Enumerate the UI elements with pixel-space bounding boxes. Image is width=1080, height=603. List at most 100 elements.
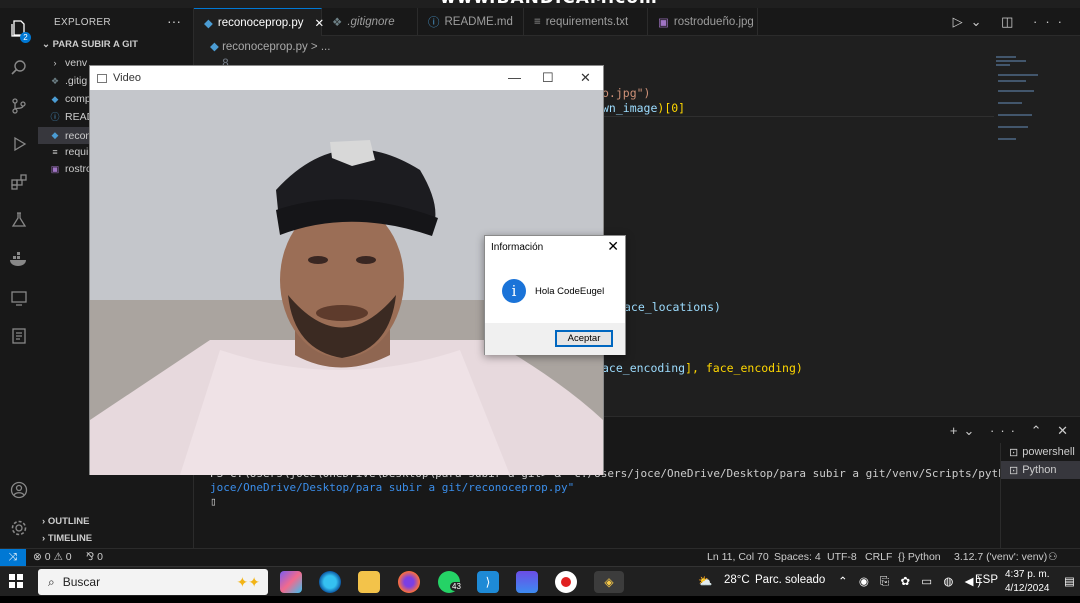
terminal-item-label: powershell bbox=[1022, 446, 1075, 458]
weather-desc[interactable]: Parc. soleado bbox=[755, 574, 825, 586]
minimize-button[interactable]: — bbox=[508, 70, 521, 85]
python-interpreter[interactable]: 3.12.7 ('venv': venv) bbox=[954, 551, 1047, 563]
breadcrumb-path: reconoceprop.py > ... bbox=[222, 41, 331, 53]
dialog-title: Información bbox=[491, 242, 544, 253]
edge-app-icon[interactable] bbox=[319, 571, 341, 593]
whatsapp-badge: 43 bbox=[450, 582, 463, 591]
dialog-close-button[interactable]: ✕ bbox=[607, 238, 619, 255]
tab-requirements[interactable]: ≡ requirements.txt bbox=[524, 8, 648, 36]
copilot-app-icon[interactable] bbox=[280, 571, 302, 593]
notebook-icon[interactable] bbox=[0, 320, 38, 352]
workspace-folder[interactable]: ⌄ PARA SUBIR A GIT bbox=[42, 39, 138, 50]
dialog-message: Hola CodeEugel bbox=[535, 286, 605, 297]
tab-label: README.md bbox=[444, 16, 513, 28]
whatsapp-app-icon[interactable]: 43 bbox=[438, 571, 463, 593]
source-control-icon[interactable] bbox=[0, 90, 38, 122]
tab-reconoceprop[interactable]: ◆ reconoceprop.py ✕ bbox=[194, 8, 324, 36]
copilot-icon[interactable]: ⚇ bbox=[1048, 551, 1057, 563]
extensions-icon[interactable] bbox=[0, 166, 38, 198]
terminal-list: ⊡ powershell ⊡ Python bbox=[1000, 443, 1080, 549]
timeline-label: TIMELINE bbox=[47, 533, 93, 544]
panel-actions[interactable]: +⌄ ··· ⌃ ✕ bbox=[950, 423, 1074, 439]
minimap[interactable] bbox=[994, 54, 1054, 154]
minimap-line bbox=[998, 114, 1032, 116]
app-triangle-icon[interactable] bbox=[516, 571, 538, 593]
weather-temp[interactable]: 28°C bbox=[724, 574, 750, 586]
terminal-item-label: Python bbox=[1022, 464, 1057, 476]
explorer-item-venv[interactable]: › venv bbox=[50, 57, 88, 69]
status-bar: ⤨ ⊗ 0 ⚠ 0 ⅋ 0 Ln 11, Col 70 Spaces: 4 UT… bbox=[0, 548, 1080, 566]
explorer-item-gitignore[interactable]: ❖ .gitig bbox=[50, 75, 87, 87]
editor-actions[interactable]: ▷⌄ ◫ ··· bbox=[953, 14, 1070, 30]
language-indicator[interactable]: ESP bbox=[975, 574, 998, 586]
explorer-item-label: requi bbox=[65, 146, 89, 158]
timeline-section[interactable]: › TIMELINE bbox=[42, 533, 92, 544]
vscode-app-icon[interactable]: ⟩ bbox=[477, 571, 499, 593]
code-identifier: ace_encoding bbox=[602, 361, 686, 375]
explorer-more-button[interactable]: ··· bbox=[167, 13, 181, 29]
run-debug-icon[interactable] bbox=[0, 128, 38, 160]
windows-start-icon[interactable] bbox=[9, 574, 23, 591]
explorer-item-requirements[interactable]: ≡ requi bbox=[50, 146, 88, 158]
bandicam-record-icon[interactable] bbox=[555, 571, 577, 593]
tab-gitignore[interactable]: ❖ .gitignore bbox=[322, 8, 418, 36]
text-file-icon: ≡ bbox=[534, 16, 541, 28]
notification-icon[interactable]: ▤ bbox=[1064, 574, 1075, 588]
python-app-icon[interactable]: ◈ bbox=[594, 571, 624, 593]
gear-icon: ❖ bbox=[332, 17, 343, 29]
close-button[interactable]: ✕ bbox=[580, 70, 591, 86]
file-explorer-icon[interactable] bbox=[358, 571, 380, 593]
windows-taskbar: ⌕ Buscar ✦✦ 43 ⟩ ◈ ⛅ 28°C Parc. soleado … bbox=[0, 566, 1080, 596]
weather-icon[interactable]: ⛅ bbox=[698, 574, 712, 588]
explorer-item-readme[interactable]: ⓘ READ bbox=[50, 110, 94, 123]
code-line: ace_locations) bbox=[624, 300, 721, 314]
image-file-icon: ▣ bbox=[50, 163, 60, 174]
cursor-position[interactable]: Ln 11, Col 70 bbox=[707, 551, 769, 563]
code-line: ace_encoding], face_encoding) bbox=[602, 361, 803, 375]
settings-gear-icon[interactable] bbox=[0, 512, 38, 544]
problems-status[interactable]: ⊗ 0 ⚠ 0 bbox=[33, 551, 72, 563]
remote-explorer-icon[interactable] bbox=[0, 282, 38, 314]
python-file-icon: ◆ bbox=[210, 41, 219, 53]
eol-status[interactable]: CRLF bbox=[865, 551, 892, 563]
explorer-icon[interactable]: 2 bbox=[0, 12, 38, 44]
clock-date[interactable]: 4/12/2024 bbox=[1005, 583, 1050, 594]
terminal-item-powershell[interactable]: ⊡ powershell bbox=[1001, 443, 1080, 461]
minimap-line bbox=[996, 60, 1026, 62]
search-icon[interactable] bbox=[0, 52, 38, 84]
firefox-app-icon[interactable] bbox=[398, 571, 420, 593]
taskbar-search[interactable]: ⌕ Buscar ✦✦ bbox=[38, 569, 268, 595]
tab-readme[interactable]: ⓘ README.md bbox=[418, 8, 524, 36]
explorer-item-label: venv bbox=[65, 57, 88, 69]
terminal-item-python[interactable]: ⊡ Python bbox=[1001, 461, 1080, 479]
outline-section[interactable]: › OUTLINE bbox=[42, 516, 90, 527]
language-mode[interactable]: {} Python bbox=[898, 551, 941, 563]
explorer-badge: 2 bbox=[20, 32, 31, 43]
system-tray-icons[interactable]: ⌃ ◉ ⎘ ✿ ▭ ◍ ◀) bbox=[838, 574, 985, 589]
info-icon: ⓘ bbox=[428, 17, 440, 29]
encoding-status[interactable]: UTF-8 bbox=[827, 551, 857, 563]
clock-time[interactable]: 4:37 p. m. bbox=[1005, 569, 1049, 580]
tab-rostrodueno[interactable]: ▣ rostrodueño.jpg bbox=[648, 8, 758, 36]
testing-flask-icon[interactable] bbox=[0, 204, 38, 236]
docker-icon[interactable] bbox=[0, 244, 38, 276]
ports-status[interactable]: ⅋ 0 bbox=[86, 551, 103, 563]
minimap-line bbox=[996, 64, 1010, 66]
editor-tabs: ◆ reconoceprop.py ✕ ❖ .gitignore ⓘ READM… bbox=[194, 8, 1080, 36]
maximize-button[interactable]: ☐ bbox=[542, 70, 554, 86]
activity-bar: 2 bbox=[0, 8, 38, 548]
explorer-item-comp[interactable]: ◆ comp bbox=[50, 93, 91, 105]
minimap-line bbox=[998, 102, 1022, 104]
explorer-item-label: comp bbox=[65, 93, 91, 105]
video-titlebar[interactable]: Video — ☐ ✕ bbox=[90, 66, 603, 90]
tab-label: .gitignore bbox=[347, 16, 395, 28]
explorer-item-rostro[interactable]: ▣ rostro bbox=[50, 163, 92, 175]
remote-indicator-icon[interactable]: ⤨ bbox=[0, 549, 26, 566]
account-icon[interactable] bbox=[0, 474, 38, 506]
breadcrumb[interactable]: ◆ reconoceprop.py > ... bbox=[210, 39, 330, 53]
code-identifier: wn_image bbox=[602, 101, 658, 115]
indentation-status[interactable]: Spaces: 4 bbox=[774, 551, 821, 563]
accept-button[interactable]: Aceptar bbox=[555, 330, 613, 347]
code-line: o.jpg") bbox=[602, 86, 650, 100]
terminal-cursor[interactable]: ▯ bbox=[210, 495, 217, 508]
